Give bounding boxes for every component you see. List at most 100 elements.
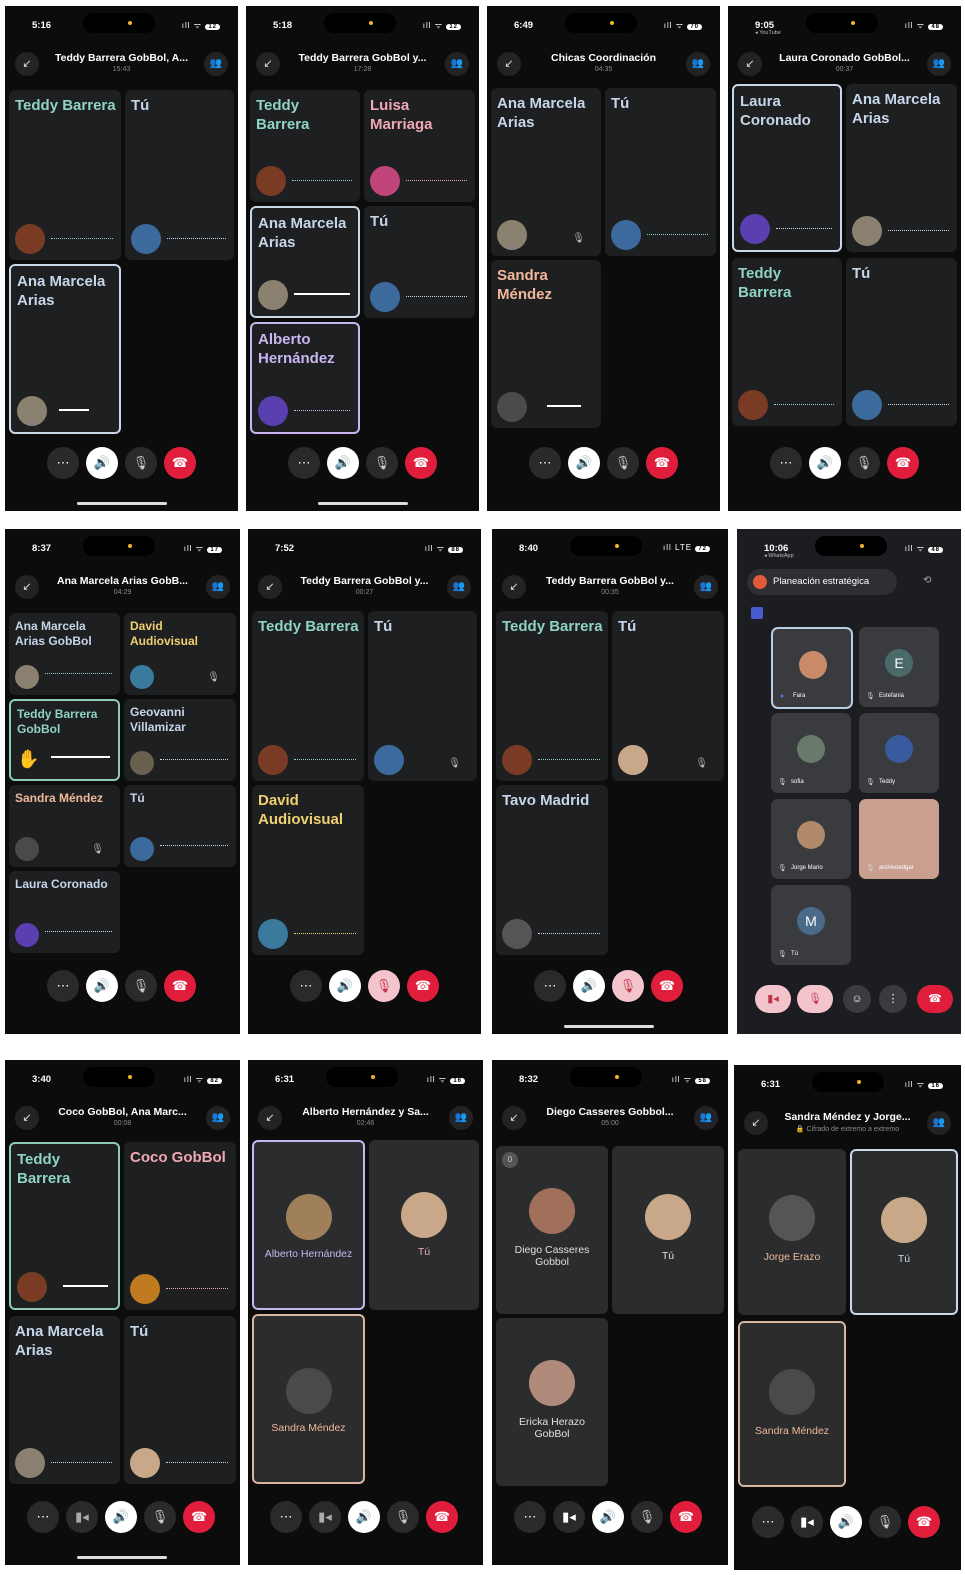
participant-tile[interactable]: Luisa Marriaga	[364, 90, 475, 202]
mute-button[interactable]: 🎙	[125, 970, 157, 1002]
mute-button[interactable]: 🎙	[607, 447, 639, 479]
mute-button-active[interactable]: 🎙	[368, 970, 400, 1002]
end-call-button[interactable]: ☎	[646, 447, 678, 479]
participant-tile[interactable]: Teddy Barrera	[9, 1142, 120, 1310]
end-call-button[interactable]: ☎	[405, 447, 437, 479]
speaker-button[interactable]: 🔊	[105, 1501, 137, 1533]
end-call-button[interactable]: ☎	[908, 1506, 940, 1538]
participant-video-tile[interactable]: 🎙 archivoedgar	[859, 799, 939, 879]
video-button[interactable]: ▮◂	[791, 1506, 823, 1538]
participant-tile[interactable]: Sandra Méndez	[252, 1314, 365, 1484]
participant-tile-self[interactable]: Tú	[364, 206, 475, 318]
captions-icon[interactable]	[751, 607, 763, 619]
speaker-button[interactable]: 🔊	[327, 447, 359, 479]
reactions-button[interactable]: ☺	[843, 985, 871, 1013]
more-button[interactable]: ⋯	[27, 1501, 59, 1533]
participant-tile[interactable]: Sandra Méndez	[491, 260, 601, 428]
minimize-icon[interactable]: ↙	[15, 1106, 39, 1130]
participant-tile[interactable]: Geovanni Villamizar	[124, 699, 236, 781]
participant-tile[interactable]: 🎙 Teddy	[859, 713, 939, 793]
end-call-button[interactable]: ☎	[164, 447, 196, 479]
minimize-icon[interactable]: ↙	[502, 1106, 526, 1130]
participant-tile[interactable]: Ana Marcela Arias	[250, 206, 360, 318]
participant-tile[interactable]: Teddy Barrera	[496, 611, 608, 781]
people-icon[interactable]: 👥	[694, 1106, 718, 1130]
people-icon[interactable]: 👥	[206, 1106, 230, 1130]
home-indicator[interactable]	[318, 502, 408, 505]
participant-tile-self[interactable]: Tú	[605, 88, 716, 256]
participant-tile[interactable]: Ana Marcela Arias	[9, 264, 121, 434]
back-to-app[interactable]: ◂ WhatsApp	[764, 553, 794, 559]
mic-off-button[interactable]: 🎙	[797, 985, 833, 1013]
participant-tile[interactable]: David Audiovisual 🎙	[124, 613, 236, 695]
home-indicator[interactable]	[77, 1556, 167, 1559]
mute-button[interactable]: 🎙	[631, 1501, 663, 1533]
minimize-icon[interactable]: ↙	[15, 52, 39, 76]
participant-tile[interactable]: Alberto Hernández	[250, 322, 360, 434]
end-call-button[interactable]: ☎	[917, 985, 953, 1013]
participant-tile-self[interactable]: Tú	[846, 258, 957, 426]
participant-tile[interactable]: 🎙 Jorge Mario	[771, 799, 851, 879]
home-indicator[interactable]	[564, 1025, 654, 1028]
participant-tile[interactable]: David Audiovisual	[252, 785, 364, 955]
participant-tile[interactable]: Laura Coronado	[732, 84, 842, 252]
participant-tile[interactable]: Alberto Hernández	[252, 1140, 365, 1310]
home-indicator[interactable]	[77, 502, 167, 505]
more-button[interactable]: ⋯	[270, 1501, 302, 1533]
more-button[interactable]: ⋯	[534, 970, 566, 1002]
mute-button[interactable]: 🎙	[848, 447, 880, 479]
more-button[interactable]: ⋯	[752, 1506, 784, 1538]
participant-tile[interactable]: E 🎙 Estefania	[859, 627, 939, 707]
participant-tile[interactable]: Ana Marcela Arias	[846, 84, 957, 252]
speaker-button[interactable]: 🔊	[86, 447, 118, 479]
more-button[interactable]: ⋯	[288, 447, 320, 479]
mute-button[interactable]: 🎙	[125, 447, 157, 479]
camera-switch-icon[interactable]: ⟲	[923, 575, 931, 586]
participant-tile-self[interactable]: Tú	[125, 90, 234, 260]
speaker-button[interactable]: 🔊	[329, 970, 361, 1002]
participant-tile[interactable]: Teddy Barrera	[252, 611, 364, 781]
speaker-button[interactable]: 🔊	[592, 1501, 624, 1533]
more-button[interactable]: ⋯	[47, 970, 79, 1002]
speaker-button[interactable]: 🔊	[830, 1506, 862, 1538]
minimize-icon[interactable]: ↙	[497, 52, 521, 76]
end-call-button[interactable]: ☎	[670, 1501, 702, 1533]
back-to-app[interactable]: ◂ YouTube	[755, 30, 781, 36]
minimize-icon[interactable]: ↙	[744, 1111, 768, 1135]
participant-tile-self[interactable]: Tú	[124, 1316, 236, 1484]
minimize-icon[interactable]: ↙	[256, 52, 280, 76]
participant-tile-self[interactable]: Tú 🎙	[612, 611, 724, 781]
participant-tile[interactable]: Teddy Barrera	[9, 90, 121, 260]
bluetooth-audio-button[interactable]: 🔊	[809, 447, 841, 479]
participant-tile-self[interactable]: Tú	[124, 785, 236, 867]
people-icon[interactable]: 👥	[927, 1111, 951, 1135]
people-icon[interactable]: 👥	[445, 52, 469, 76]
participant-tile[interactable]: Ericka Herazo GobBol	[496, 1318, 608, 1486]
participant-tile[interactable]: Coco GobBol	[124, 1142, 236, 1310]
participant-tile[interactable]: Teddy Barrera	[732, 258, 842, 426]
participant-tile[interactable]: Sandra Méndez	[738, 1321, 846, 1487]
speaker-button[interactable]: 🔊	[86, 970, 118, 1002]
more-button[interactable]: ⋯	[770, 447, 802, 479]
people-icon[interactable]: 👥	[686, 52, 710, 76]
end-call-button[interactable]: ☎	[887, 447, 919, 479]
end-call-button[interactable]: ☎	[426, 1501, 458, 1533]
video-button[interactable]: ▮◂	[66, 1501, 98, 1533]
participant-tile[interactable]: Tavo Madrid	[496, 785, 608, 955]
minimize-icon[interactable]: ↙	[738, 52, 762, 76]
people-icon[interactable]: 👥	[927, 52, 951, 76]
participant-tile-self[interactable]: Tú	[612, 1146, 724, 1314]
people-icon[interactable]: 👥	[449, 1106, 473, 1130]
speaker-button[interactable]: 🔊	[348, 1501, 380, 1533]
participant-tile[interactable]: Jorge Erazo	[738, 1149, 846, 1315]
meeting-title-chip[interactable]: Planeación estratégica	[747, 569, 897, 595]
more-button[interactable]: ⋯	[290, 970, 322, 1002]
people-icon[interactable]: 👥	[206, 575, 230, 599]
participant-tile[interactable]: ● Fara	[771, 627, 853, 709]
participant-tile-self[interactable]: Tú 🎙	[368, 611, 477, 781]
more-button[interactable]: ⋮	[879, 985, 907, 1013]
video-button[interactable]: ▮◂	[309, 1501, 341, 1533]
mute-button-active[interactable]: 🎙	[612, 970, 644, 1002]
mute-button[interactable]: 🎙	[387, 1501, 419, 1533]
participant-tile[interactable]: Sandra Méndez 🎙	[9, 785, 120, 867]
